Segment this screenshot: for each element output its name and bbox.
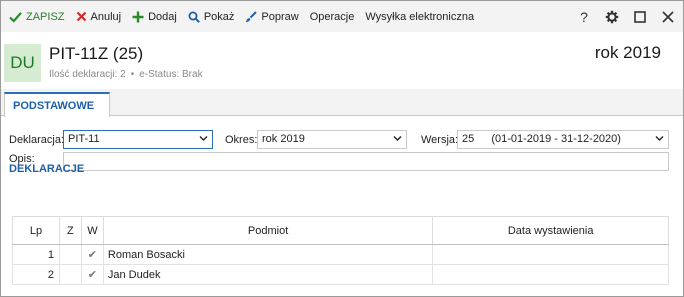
column-header-lp[interactable]: Lp (12, 216, 60, 245)
close-icon (76, 11, 86, 22)
period-value: rok 2019 (262, 133, 305, 145)
declarations-table: Lp Z W Podmiot Data wystawienia 1 ✔ Roma… (12, 216, 669, 285)
column-header-z[interactable]: Z (58, 216, 82, 245)
cell-podmiot: Roman Bosacki (102, 244, 434, 265)
basic-form: Deklaracja: PIT-11 Okres: rok 2019 Wersj… (1, 116, 683, 201)
document-type-badge: DU (4, 44, 41, 82)
declaration-select[interactable]: PIT-11 (63, 130, 213, 149)
operations-label: Operacje (309, 10, 355, 23)
declarations-section-title: DEKLARACJE (9, 163, 85, 175)
tab-bar: PODSTAWOWE (1, 89, 683, 117)
version-label: Wersja: (421, 134, 459, 146)
column-header-w[interactable]: W (80, 216, 104, 245)
column-header-podmiot[interactable]: Podmiot (102, 216, 434, 245)
page-title: PIT-11Z (25) (49, 44, 144, 63)
table-header-row: Lp Z W Podmiot Data wystawienia (12, 216, 669, 245)
cell-lp: 2 (12, 264, 60, 285)
version-number: 25 (462, 133, 475, 145)
gear-icon (605, 10, 619, 23)
chevron-down-icon (199, 136, 208, 141)
cell-lp: 1 (12, 244, 60, 265)
period-label: Okres: (225, 134, 258, 146)
version-select[interactable]: 25 (01-01-2019 - 31-12-2020) (457, 130, 669, 149)
period-select[interactable]: rok 2019 (257, 130, 407, 149)
add-label: Dodaj (148, 10, 177, 23)
save-button[interactable]: ZAPISZ (6, 6, 68, 28)
document-header: DU PIT-11Z (25) Ilość deklaracji: 2 • e-St… (1, 32, 683, 89)
search-icon (188, 11, 200, 23)
help-label: ? (580, 8, 588, 25)
cancel-button[interactable]: Anuluj (73, 6, 125, 28)
fix-button[interactable]: Popraw (242, 6, 301, 28)
separator-dot: • (130, 69, 135, 80)
cell-z (58, 264, 82, 285)
operations-menu[interactable]: Operacje (307, 6, 358, 28)
document-year: rok 2019 (594, 43, 661, 62)
fix-label: Popraw (261, 10, 299, 23)
show-label: Pokaż (203, 10, 235, 23)
electronic-shipping-label: Wysyłka elektroniczna (365, 10, 475, 23)
brush-icon (246, 10, 258, 22)
add-button[interactable]: Dodaj (129, 6, 180, 28)
chevron-down-icon (393, 136, 402, 141)
cell-data-wystawienia (432, 264, 669, 285)
help-button[interactable]: ? (573, 6, 595, 28)
plus-icon (132, 11, 144, 22)
version-range: (01-01-2019 - 31-12-2020) (491, 133, 621, 145)
save-label: ZAPISZ (26, 10, 65, 23)
document-subtitle: Ilość deklaracji: 2 • e-Status: Brak (49, 69, 203, 80)
declaration-value: PIT-11 (68, 133, 100, 145)
settings-button[interactable] (601, 6, 623, 28)
chevron-down-icon (655, 136, 664, 141)
cell-z (58, 244, 82, 265)
column-header-data-wystawienia[interactable]: Data wystawienia (432, 216, 669, 245)
tab-basic[interactable]: PODSTAWOWE (4, 92, 110, 117)
cell-podmiot: Jan Dudek (102, 264, 434, 285)
close-window-button[interactable] (657, 6, 679, 28)
close-icon (662, 10, 674, 23)
cancel-label: Anuluj (90, 10, 122, 23)
window: ZAPISZ Anuluj Dodaj Pokaż Popraw Operacj… (0, 0, 684, 297)
table-row[interactable]: 2 ✔ Jan Dudek (12, 264, 669, 285)
e-status: e-Status: Brak (139, 69, 203, 80)
declaration-count: Ilość deklaracji: 2 (49, 69, 126, 80)
cell-w-check-icon: ✔ (80, 264, 104, 285)
maximize-icon (634, 10, 646, 23)
description-input[interactable] (63, 152, 669, 171)
table-row[interactable]: 1 ✔ Roman Bosacki (12, 244, 669, 265)
declaration-label: Deklaracja: (9, 134, 65, 146)
electronic-shipping-menu[interactable]: Wysyłka elektroniczna (362, 6, 477, 28)
maximize-button[interactable] (629, 6, 651, 28)
toolbar: ZAPISZ Anuluj Dodaj Pokaż Popraw Operacj… (1, 1, 683, 32)
show-button[interactable]: Pokaż (185, 6, 238, 28)
cell-data-wystawienia (432, 244, 669, 265)
cell-w-check-icon: ✔ (80, 244, 104, 265)
check-icon (9, 11, 22, 23)
